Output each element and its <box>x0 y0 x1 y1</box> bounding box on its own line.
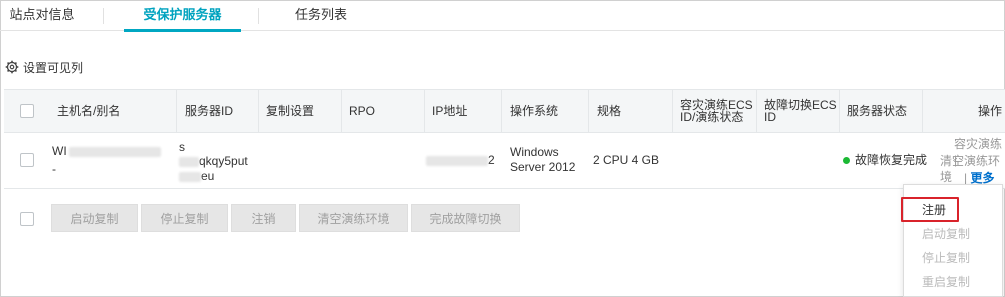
table-row: WI - s qkqy5put eu 2 Windows Server 2012… <box>4 133 1005 189</box>
start-replication-button[interactable]: 启动复制 <box>51 204 138 232</box>
column-divider <box>501 90 502 132</box>
row-checkbox[interactable] <box>20 153 34 167</box>
tab-site-pair-info[interactable]: 站点对信息 <box>0 0 84 31</box>
column-settings-button[interactable]: 设置可见列 <box>5 59 83 75</box>
column-header-drill-ecs-line2: ID/演练状态 <box>680 110 744 124</box>
column-divider <box>424 90 425 132</box>
dropdown-item-register[interactable]: 注册 <box>904 197 1002 223</box>
redacted-host-name <box>68 146 161 157</box>
bottom-select-checkbox[interactable] <box>20 212 34 226</box>
tab-divider <box>103 8 104 24</box>
column-settings-label: 设置可见列 <box>23 60 84 75</box>
spec-cell: 2 CPU 4 GB <box>593 153 660 167</box>
column-header-os[interactable]: 操作系统 <box>510 90 558 132</box>
host-name: WI <box>52 144 67 158</box>
tab-task-list[interactable]: 任务列表 <box>276 0 366 31</box>
column-header-spec[interactable]: 规格 <box>597 90 621 132</box>
host-alias: - <box>52 162 56 176</box>
unregister-button[interactable]: 注销 <box>231 204 296 232</box>
column-header-server-id[interactable]: 服务器ID <box>185 90 233 132</box>
column-header-host[interactable]: 主机名/别名 <box>57 90 120 132</box>
server-status-text: 故障恢复完成 <box>855 153 928 167</box>
column-header-server-status[interactable]: 服务器状态 <box>847 90 907 132</box>
column-header-rpo[interactable]: RPO <box>349 90 375 132</box>
column-divider <box>756 90 757 132</box>
os-line-2: Server 2012 <box>510 160 576 174</box>
tab-bar: 站点对信息 受保护服务器 任务列表 <box>0 0 1005 32</box>
redacted-ip <box>426 155 488 166</box>
column-header-ip[interactable]: IP地址 <box>432 90 467 132</box>
column-divider <box>258 90 259 132</box>
redacted-server-id <box>179 156 199 167</box>
os-line-1: Windows <box>510 145 559 159</box>
stop-replication-button[interactable]: 停止复制 <box>141 204 228 232</box>
column-divider <box>839 90 840 132</box>
server-id-line-3: eu <box>179 168 214 184</box>
action-separator: | <box>964 171 968 185</box>
dropdown-item-restart-replication[interactable]: 重启复制 <box>904 269 1002 295</box>
redacted-server-id <box>179 171 201 182</box>
tab-protected-servers[interactable]: 受保护服务器 <box>124 0 241 32</box>
tab-divider <box>258 8 259 24</box>
server-status-cell: 故障恢复完成 <box>843 152 927 168</box>
table-header: 主机名/别名 服务器ID 复制设置 RPO IP地址 操作系统 规格 容灾演练E… <box>4 89 1005 133</box>
column-divider <box>672 90 673 132</box>
gear-icon <box>5 60 19 74</box>
complete-failover-button[interactable]: 完成故障切换 <box>411 204 520 232</box>
column-header-drill-ecs[interactable]: 容灾演练ECS ID/演练状态 <box>680 90 753 132</box>
more-actions-dropdown: 注册 启动复制 停止复制 重启复制 <box>903 184 1003 297</box>
host-name-cell: WI <box>52 143 161 159</box>
column-header-failover-ecs[interactable]: 故障切换ECS ID <box>764 90 837 132</box>
column-divider <box>341 90 342 132</box>
dropdown-item-stop-replication[interactable]: 停止复制 <box>904 245 1002 271</box>
status-dot-icon <box>843 157 850 165</box>
column-divider <box>176 90 177 132</box>
clear-drill-env-button[interactable]: 清空演练环境 <box>299 204 408 232</box>
column-divider <box>588 90 589 132</box>
column-header-actions: 操作 <box>978 104 1003 118</box>
server-id-line-2: qkqy5put <box>179 153 248 169</box>
select-all-checkbox[interactable] <box>20 104 34 118</box>
more-actions-link[interactable]: 更多 <box>970 171 994 185</box>
column-header-replication[interactable]: 复制设置 <box>266 90 314 132</box>
column-header-failover-ecs-line2: ID <box>764 110 776 124</box>
column-divider <box>922 90 923 132</box>
dropdown-item-start-replication[interactable]: 启动复制 <box>904 221 1002 247</box>
ip-address-cell: 2 <box>426 152 495 168</box>
